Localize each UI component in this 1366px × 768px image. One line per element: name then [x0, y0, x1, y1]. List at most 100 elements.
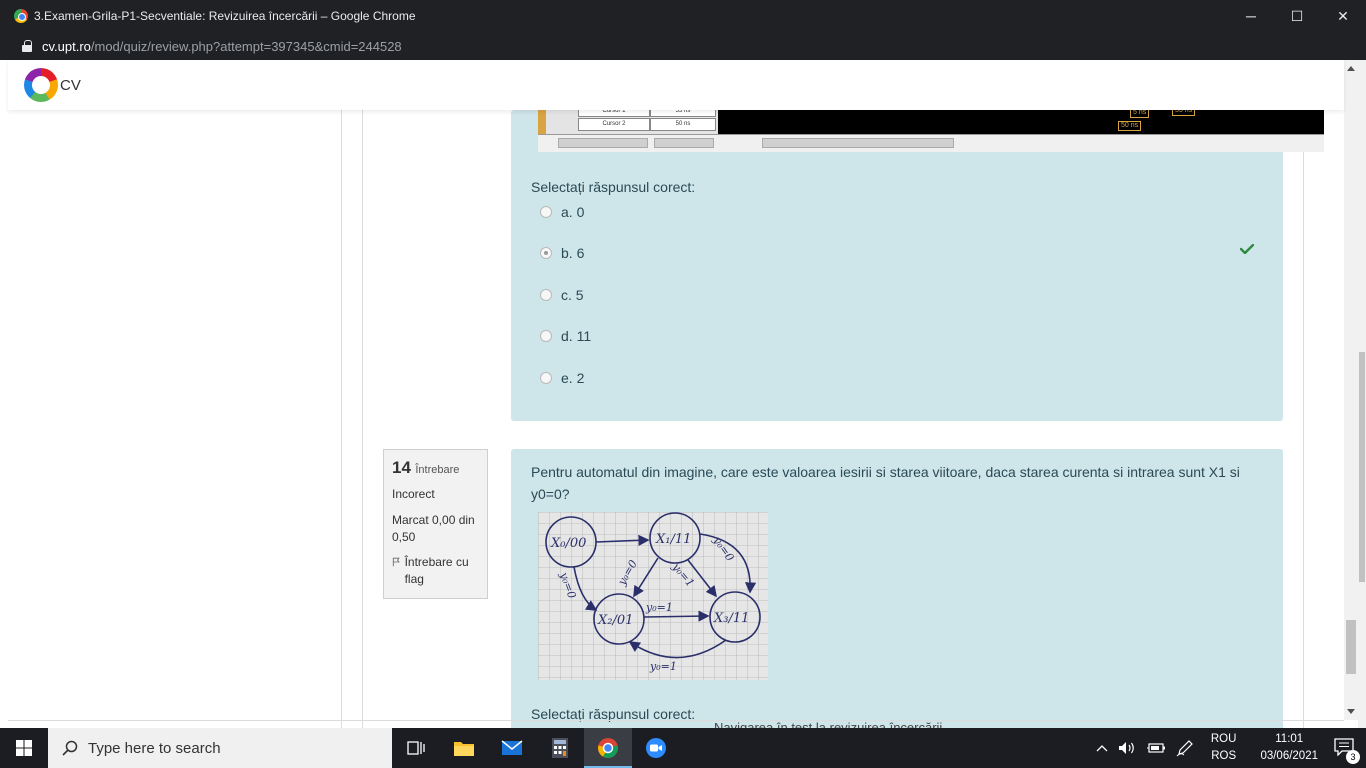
- flag-icon[interactable]: [392, 556, 401, 568]
- close-button[interactable]: ✕: [1320, 0, 1366, 32]
- flag-question-label[interactable]: Întrebare cu flag: [405, 554, 479, 588]
- windows-icon[interactable]: [16, 740, 32, 756]
- page-scrollbar[interactable]: [1344, 60, 1358, 720]
- mail-icon[interactable]: [501, 740, 523, 756]
- search-icon[interactable]: [62, 740, 78, 756]
- question-14-text: Pentru automatul din imagine, care este …: [531, 464, 1240, 502]
- waveform-area: 5 ns 55 ns 50 ns: [718, 108, 1324, 134]
- pen-icon[interactable]: [1176, 739, 1194, 757]
- answer-e-label: e. 2: [561, 370, 585, 386]
- site-navbar: CV: [8, 60, 1344, 110]
- waveform-scrollbar: [538, 134, 1324, 152]
- question-13-content: [511, 110, 1283, 421]
- file-explorer-button[interactable]: [440, 728, 488, 768]
- show-hidden-icons-icon[interactable]: [1096, 744, 1108, 752]
- waveform-image: Cursor 1 55 ns Cursor 2 50 ns 5 ns 55 ns…: [538, 108, 1324, 152]
- scroll-up-icon[interactable]: [1347, 66, 1355, 71]
- radio-d[interactable]: [540, 330, 552, 342]
- answer-c-label: c. 5: [561, 287, 584, 303]
- radio-c[interactable]: [540, 289, 552, 301]
- cursor2-label: Cursor 2: [578, 118, 650, 131]
- windows-taskbar: Type here to search ROU ROS 11:01 03/06/…: [0, 728, 1366, 768]
- state-diagram-image: X₀/00 X₁/11 X₂/01 X₃/11 y₀=0 y₀=0 y₀=0 y…: [538, 512, 768, 680]
- drawer-scrollbar[interactable]: [1358, 60, 1366, 728]
- input-language[interactable]: ROU ROS: [1211, 731, 1237, 765]
- page-viewport: CV Cursor 1 55 ns Cursor 2 50 ns 5 ns 55…: [0, 60, 1366, 728]
- waveform-scroll-thumb-2: [654, 138, 714, 148]
- flag-question-link[interactable]: Întrebare cu flag: [392, 554, 479, 588]
- scroll-down-icon[interactable]: [1347, 709, 1355, 714]
- answer-c[interactable]: c. 5: [540, 287, 584, 303]
- task-view-icon[interactable]: [407, 740, 425, 756]
- notification-count-badge: 3: [1346, 749, 1360, 764]
- page-bottom-divider: [8, 720, 1344, 721]
- state-x2: X₂/01: [597, 613, 633, 628]
- answer-e[interactable]: e. 2: [540, 370, 584, 386]
- chrome-icon: [14, 9, 28, 23]
- question-14-info: 14 Întrebare Incorect Marcat 0,00 din 0,…: [383, 449, 488, 599]
- battery-icon[interactable]: [1146, 742, 1166, 754]
- answer-d-label: d. 11: [561, 328, 592, 344]
- task-view-button[interactable]: [392, 728, 440, 768]
- start-button[interactable]: [0, 728, 48, 768]
- answer-b-label: b. 6: [561, 245, 585, 261]
- answer-a[interactable]: a. 0: [540, 204, 584, 220]
- minimize-button[interactable]: ─: [1228, 0, 1274, 32]
- answer-d[interactable]: d. 11: [540, 328, 591, 344]
- zoom-button[interactable]: [632, 728, 680, 768]
- state-x1: X₁/11: [655, 532, 691, 547]
- question-14-heading: 14 Întrebare: [392, 458, 479, 478]
- question-label: Întrebare: [415, 464, 460, 476]
- label-x2-x3: y₀=1: [645, 601, 673, 614]
- answer-b[interactable]: b. 6: [540, 245, 584, 261]
- system-tray: ROU ROS 11:01 03/06/2021 3: [1091, 728, 1366, 768]
- maximize-button[interactable]: ☐: [1274, 0, 1320, 32]
- volume-icon[interactable]: [1118, 741, 1136, 755]
- clock-time[interactable]: 11:01: [1260, 731, 1318, 748]
- label-x3-x2: y₀=1: [649, 660, 677, 673]
- state-x3: X₃/11: [713, 611, 749, 626]
- taskbar-search[interactable]: Type here to search: [48, 728, 392, 768]
- drawer-scroll-thumb[interactable]: [1359, 352, 1365, 582]
- folder-icon[interactable]: [453, 739, 475, 757]
- lock-icon[interactable]: [22, 40, 32, 52]
- radio-b[interactable]: [540, 247, 552, 259]
- site-logo-text[interactable]: CV: [60, 77, 81, 94]
- cv-logo-icon[interactable]: [24, 68, 58, 102]
- taskbar-clock[interactable]: 11:01 03/06/2021: [1260, 731, 1318, 765]
- mail-button[interactable]: [488, 728, 536, 768]
- language-code[interactable]: ROU: [1211, 731, 1237, 748]
- state-x0: X₀/00: [550, 536, 586, 551]
- search-placeholder[interactable]: Type here to search: [88, 740, 221, 757]
- action-center-button[interactable]: 3: [1334, 737, 1360, 764]
- chrome-icon[interactable]: [597, 737, 619, 759]
- check-icon: [1240, 244, 1254, 254]
- window-controls: ─ ☐ ✕: [1228, 0, 1366, 32]
- clock-date[interactable]: 03/06/2021: [1260, 748, 1318, 765]
- address-bar[interactable]: cv.upt.ro/mod/quiz/review.php?attempt=39…: [0, 32, 1366, 60]
- left-drawer: [8, 110, 342, 728]
- content-border-right: [1303, 110, 1304, 728]
- scroll-thumb[interactable]: [1346, 620, 1356, 674]
- marker-50ns: 50 ns: [1118, 121, 1142, 131]
- waveform-scroll-thumb-3: [762, 138, 954, 148]
- cursor2-value: 50 ns: [650, 118, 716, 131]
- calculator-button[interactable]: [536, 728, 584, 768]
- chrome-taskbar-button[interactable]: [584, 728, 632, 768]
- question-state: Incorect: [392, 487, 435, 501]
- content-border-left: [362, 110, 363, 728]
- zoom-icon[interactable]: [645, 737, 667, 759]
- question-13-prompt: Selectați răspunsul corect:: [531, 179, 696, 195]
- window-title-bar: 3.Examen-Grila-P1-Secventiale: Revizuire…: [0, 0, 1366, 32]
- answer-a-label: a. 0: [561, 204, 585, 220]
- window-title: 3.Examen-Grila-P1-Secventiale: Revizuire…: [34, 9, 416, 23]
- keyboard-layout[interactable]: ROS: [1211, 748, 1237, 765]
- question-number: 14: [392, 458, 411, 477]
- calculator-icon[interactable]: [552, 738, 568, 758]
- url-text[interactable]: cv.upt.ro/mod/quiz/review.php?attempt=39…: [42, 39, 402, 54]
- waveform-scroll-thumb-1: [558, 138, 648, 148]
- question-grade: Marcat 0,00 din 0,50: [392, 513, 475, 544]
- radio-e[interactable]: [540, 372, 552, 384]
- radio-a[interactable]: [540, 206, 552, 218]
- quiz-navigation-title: Navigarea în test la revizuirea încercăr…: [714, 720, 943, 728]
